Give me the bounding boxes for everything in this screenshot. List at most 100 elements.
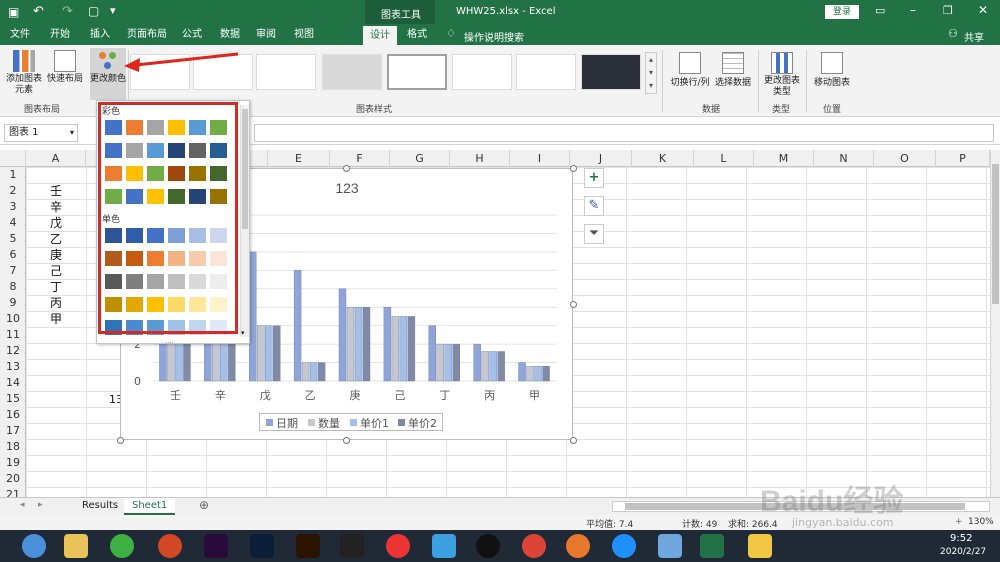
chart-bar[interactable] bbox=[518, 362, 526, 382]
cell-a9[interactable]: 丙 bbox=[50, 294, 62, 311]
col-header-m[interactable]: M bbox=[754, 150, 814, 167]
chart-style-6[interactable] bbox=[452, 54, 512, 90]
bird-app-icon[interactable] bbox=[432, 534, 456, 558]
chart-style-4[interactable] bbox=[322, 54, 382, 90]
chart-bar[interactable] bbox=[399, 316, 408, 382]
resize-handle[interactable] bbox=[570, 437, 577, 444]
row-header[interactable]: 18 bbox=[0, 439, 26, 455]
col-header-k[interactable]: K bbox=[632, 150, 694, 167]
switch-row-column-button[interactable]: 切换行/列 bbox=[668, 52, 712, 89]
chart-title[interactable]: 123 bbox=[335, 180, 359, 196]
formula-input[interactable] bbox=[254, 124, 994, 142]
chart-style-5[interactable] bbox=[387, 54, 447, 90]
illustrator-icon[interactable] bbox=[296, 534, 320, 558]
name-box[interactable]: 图表 1 ▾ bbox=[4, 124, 78, 142]
photoshop-icon[interactable] bbox=[250, 534, 274, 558]
redo-icon[interactable]: ↷ bbox=[62, 4, 73, 19]
row-header[interactable]: 8 bbox=[0, 279, 26, 295]
col-header-o[interactable]: O bbox=[874, 150, 936, 167]
chart-bar[interactable] bbox=[452, 343, 460, 382]
login-button[interactable]: 登录 bbox=[825, 5, 859, 19]
chart-bar[interactable] bbox=[526, 366, 534, 382]
vertical-scrollbar[interactable] bbox=[990, 150, 1000, 497]
sheet-tab-results[interactable]: Results bbox=[76, 498, 126, 515]
tab-view[interactable]: 视图 bbox=[288, 24, 320, 45]
chart-bar[interactable] bbox=[489, 351, 497, 382]
cell-a4[interactable]: 戊 bbox=[50, 214, 62, 231]
change-chart-type-button[interactable]: 更改图表类型 bbox=[762, 52, 802, 98]
ribbon-display-icon[interactable]: ▭ bbox=[875, 4, 885, 17]
video-editor-icon[interactable] bbox=[340, 534, 364, 558]
col-header-f[interactable]: F bbox=[330, 150, 390, 167]
chart-bar[interactable] bbox=[338, 288, 347, 382]
tab-format[interactable]: 格式 bbox=[400, 24, 434, 45]
col-header-e[interactable]: E bbox=[268, 150, 330, 167]
row-header[interactable]: 6 bbox=[0, 247, 26, 263]
share-button[interactable]: 共享 bbox=[964, 29, 984, 44]
row-header[interactable]: 12 bbox=[0, 343, 26, 359]
tab-formulas[interactable]: 公式 bbox=[176, 24, 208, 45]
cell-a8[interactable]: 丁 bbox=[50, 278, 62, 295]
powerpoint-icon[interactable] bbox=[158, 534, 182, 558]
add-sheet-icon[interactable]: ⊕ bbox=[199, 498, 209, 512]
chart-bar[interactable] bbox=[273, 325, 281, 382]
next-sheet-icon[interactable]: ▸ bbox=[38, 500, 43, 510]
tab-file[interactable]: 文件 bbox=[4, 24, 36, 45]
save-icon[interactable]: ▣ bbox=[8, 5, 19, 19]
chart-bar[interactable] bbox=[481, 351, 489, 382]
chart-bar[interactable] bbox=[383, 307, 392, 382]
col-header-h[interactable]: H bbox=[450, 150, 510, 167]
chart-filter-icon[interactable]: ⏷ bbox=[584, 224, 604, 244]
chart-bar[interactable] bbox=[362, 307, 371, 382]
chart-bar[interactable] bbox=[444, 343, 452, 382]
cell-a7[interactable]: 己 bbox=[50, 262, 62, 279]
quick-layout-button[interactable]: 快速布局 bbox=[46, 50, 84, 85]
chart-bar[interactable] bbox=[346, 307, 355, 382]
move-chart-button[interactable]: 移动图表 bbox=[810, 52, 854, 89]
add-element-plus-icon[interactable]: + bbox=[584, 168, 604, 188]
chart-bar[interactable] bbox=[542, 366, 550, 382]
col-header-p[interactable]: P bbox=[936, 150, 990, 167]
premiere-icon[interactable] bbox=[204, 534, 228, 558]
row-header[interactable]: 3 bbox=[0, 199, 26, 215]
tab-page-layout[interactable]: 页面布局 bbox=[122, 24, 172, 45]
resize-handle[interactable] bbox=[343, 165, 350, 172]
col-header-l[interactable]: L bbox=[694, 150, 754, 167]
col-header-g[interactable]: G bbox=[390, 150, 450, 167]
chart-bar[interactable] bbox=[249, 251, 257, 382]
row-header[interactable]: 15 bbox=[0, 391, 26, 407]
row-header[interactable]: 2 bbox=[0, 183, 26, 199]
chart-style-8[interactable] bbox=[581, 54, 641, 90]
sheet-tab-sheet1[interactable]: Sheet1 bbox=[124, 498, 176, 515]
tab-home[interactable]: 开始 bbox=[44, 24, 76, 45]
customize-toolbar-icon[interactable]: ▾ bbox=[110, 4, 116, 17]
start-icon[interactable] bbox=[22, 534, 46, 558]
col-header-j[interactable]: J bbox=[570, 150, 632, 167]
chart-bar[interactable] bbox=[317, 362, 326, 382]
chart-bar[interactable] bbox=[265, 325, 273, 382]
restore-icon[interactable]: ❐ bbox=[943, 4, 953, 17]
ie-icon[interactable] bbox=[612, 534, 636, 558]
row-header[interactable]: 17 bbox=[0, 423, 26, 439]
resize-handle[interactable] bbox=[570, 165, 577, 172]
minimize-icon[interactable]: – bbox=[910, 3, 916, 17]
chart-bar[interactable] bbox=[407, 316, 416, 382]
chart-bar[interactable] bbox=[257, 325, 265, 382]
browser-icon[interactable] bbox=[566, 534, 590, 558]
resize-handle[interactable] bbox=[343, 437, 350, 444]
row-header[interactable]: 13 bbox=[0, 359, 26, 375]
row-header[interactable]: 7 bbox=[0, 263, 26, 279]
resize-handle[interactable] bbox=[570, 301, 577, 308]
row-header[interactable]: 14 bbox=[0, 375, 26, 391]
app-icon[interactable] bbox=[658, 534, 682, 558]
row-header[interactable]: 11 bbox=[0, 327, 26, 343]
chart-bar[interactable] bbox=[473, 343, 481, 382]
zoom-level[interactable]: 130% bbox=[968, 517, 994, 527]
chart-bar[interactable] bbox=[293, 270, 302, 382]
row-header[interactable]: 16 bbox=[0, 407, 26, 423]
tab-data[interactable]: 数据 bbox=[214, 24, 246, 45]
row-header[interactable]: 5 bbox=[0, 231, 26, 247]
chart-bar[interactable] bbox=[534, 366, 542, 382]
scroll-down-icon[interactable]: ▾ bbox=[241, 329, 245, 337]
wechat-icon[interactable] bbox=[110, 534, 134, 558]
